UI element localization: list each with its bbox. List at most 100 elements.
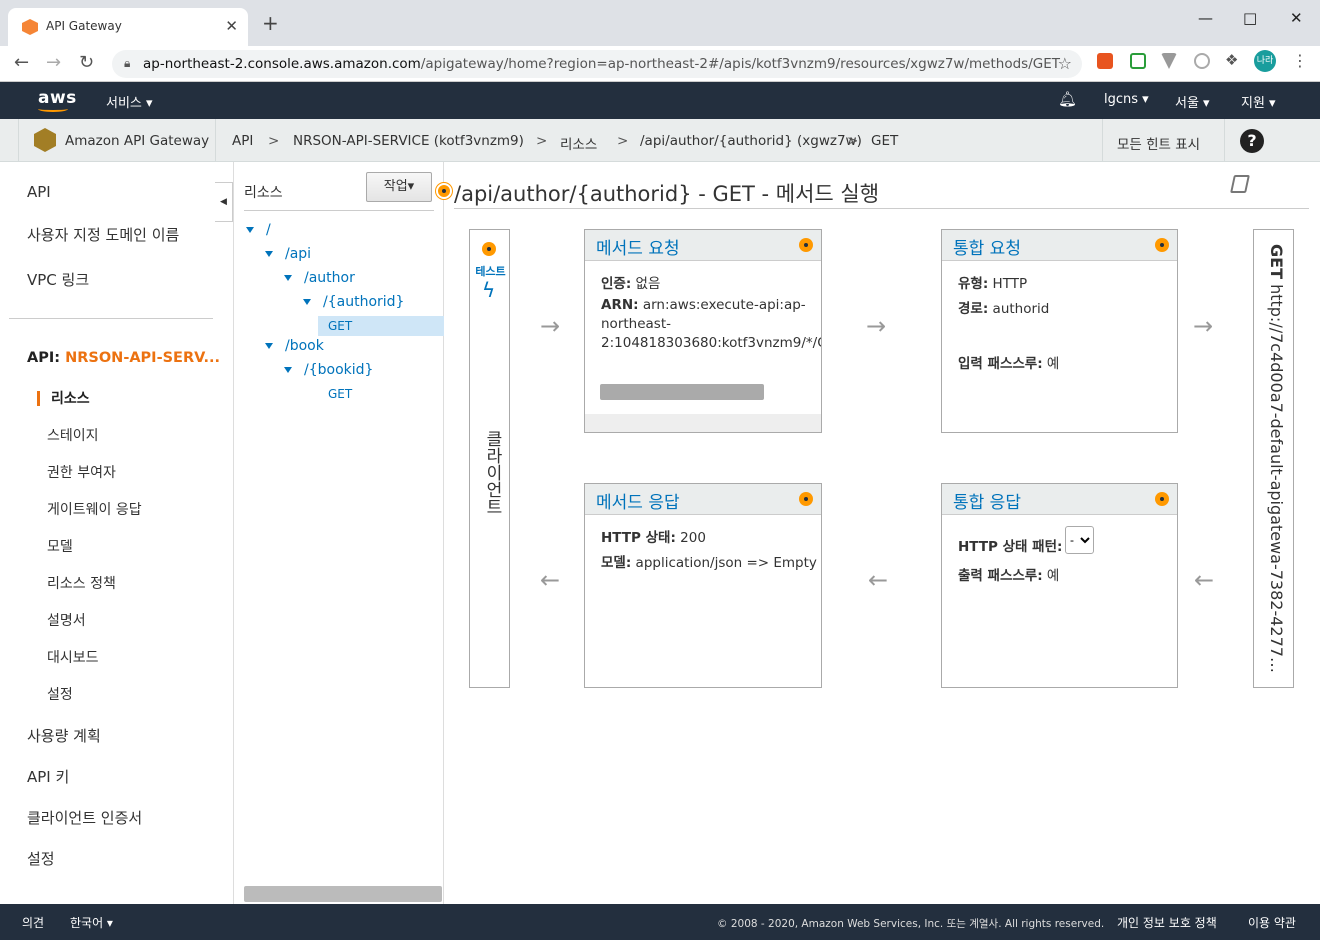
extension-icon[interactable]	[1130, 53, 1146, 69]
breadcrumb-separator: >	[847, 133, 859, 149]
aws-logo[interactable]: aws	[38, 88, 77, 108]
auth-field: 인증: 없음	[601, 276, 661, 292]
aws-favicon-icon	[22, 19, 38, 35]
extension-icon[interactable]	[1161, 53, 1177, 69]
method-response-link[interactable]: 메서드 응답	[596, 488, 680, 513]
http-status-pattern-select[interactable]: -	[1065, 526, 1094, 554]
tree-node-api[interactable]: /api	[265, 246, 311, 262]
nav-dashboard[interactable]: 대시보드	[47, 647, 99, 667]
resources-header: 리소스	[244, 185, 283, 201]
nav-gateway-responses[interactable]: 게이트웨이 응답	[47, 499, 142, 519]
back-icon[interactable]: ←	[14, 52, 29, 73]
reload-icon[interactable]: ↻	[79, 52, 94, 73]
region-menu[interactable]: 서울 ▾	[1175, 92, 1210, 111]
address-bar[interactable]: 🔒︎ ap-northeast-2.console.aws.amazon.com…	[112, 50, 1082, 78]
arrow-right-icon: →	[866, 312, 887, 340]
hint-dot-icon[interactable]	[482, 242, 496, 256]
services-menu[interactable]: 서비스 ▾	[106, 92, 153, 111]
input-passthrough-field: 입력 패스스루: 예	[958, 356, 1060, 372]
browser-menu-icon[interactable]: ⋮	[1292, 51, 1308, 70]
nav-apis[interactable]: API	[27, 183, 51, 201]
arrow-right-icon: →	[540, 312, 561, 340]
nav-api-keys[interactable]: API 키	[27, 766, 69, 787]
maximize-icon[interactable]: □	[1243, 9, 1257, 27]
nav-stages[interactable]: 스테이지	[47, 425, 99, 445]
collapse-sidebar-button[interactable]: ◀	[215, 182, 233, 222]
breadcrumb-resources[interactable]: 리소스	[560, 133, 597, 153]
tree-node-book[interactable]: /book	[265, 338, 324, 354]
endpoint-url: GET http://7c4d00a7-default-apigatewa-73…	[1267, 244, 1286, 674]
extension-icon[interactable]	[1097, 53, 1113, 69]
breadcrumb-separator: >	[268, 133, 280, 149]
arrow-right-icon: →	[1193, 312, 1214, 340]
tree-node-author[interactable]: /author	[284, 270, 355, 286]
hint-dot-icon[interactable]	[1155, 492, 1169, 506]
documentation-book-icon[interactable]	[1230, 175, 1250, 193]
nav-vpc-links[interactable]: VPC 링크	[27, 269, 89, 290]
tree-node-root[interactable]: /	[246, 222, 271, 238]
http-status-pattern-label: HTTP 상태 패턴:	[958, 539, 1063, 555]
tree-node-bookid[interactable]: /{bookid}	[284, 362, 373, 378]
bookmark-star-icon[interactable]: ☆	[1058, 54, 1072, 73]
tree-method-get-selected[interactable]: GET	[318, 316, 444, 336]
browser-tab[interactable]: API Gateway ✕	[8, 8, 248, 46]
hint-dot-icon[interactable]	[799, 238, 813, 252]
method-request-box: 메서드 요청 인증: 없음 ARN: arn:aws:execute-api:a…	[584, 229, 822, 433]
tree-node-authorid[interactable]: /{authorid}	[303, 294, 404, 310]
hint-dot-icon[interactable]	[436, 183, 452, 199]
arrow-left-icon: ←	[1194, 566, 1215, 594]
nav-custom-domains[interactable]: 사용자 지정 도메인 이름	[27, 224, 179, 245]
integration-response-link[interactable]: 통합 응답	[953, 488, 1021, 513]
horizontal-scrollbar[interactable]	[600, 384, 764, 400]
nav-resource-policy[interactable]: 리소스 정책	[47, 573, 116, 593]
tree-method-get[interactable]: GET	[328, 387, 352, 401]
integration-response-box: 통합 응답 HTTP 상태 패턴: - 출력 패스스루: 예	[941, 483, 1178, 688]
terms-link[interactable]: 이용 약관	[1248, 914, 1296, 931]
tab-close-icon[interactable]: ✕	[225, 17, 238, 35]
left-sidebar: API 사용자 지정 도메인 이름 VPC 링크 API: NRSON-API-…	[0, 162, 220, 904]
bell-icon[interactable]: 🔔︎	[1058, 90, 1077, 108]
lightning-bolt-icon[interactable]: ϟ	[482, 278, 495, 302]
type-field: 유형: HTTP	[958, 276, 1028, 292]
endpoint-box: GET http://7c4d00a7-default-apigatewa-73…	[1253, 229, 1294, 688]
puzzle-icon[interactable]: ❖	[1225, 51, 1241, 69]
horizontal-scrollbar[interactable]	[244, 886, 442, 902]
show-hints-button[interactable]: 모든 힌트 표시	[1117, 133, 1200, 153]
help-icon[interactable]: ?	[1240, 129, 1264, 153]
breadcrumb-resource-path[interactable]: /api/author/{authorid} (xgwz7w)	[640, 133, 862, 149]
test-link[interactable]: 테스트	[472, 263, 509, 279]
nav-settings-global[interactable]: 설정	[27, 848, 55, 869]
privacy-link[interactable]: 개인 정보 보호 정책	[1117, 914, 1217, 931]
integration-request-link[interactable]: 통합 요청	[953, 234, 1021, 259]
nav-resources[interactable]: 리소스	[51, 388, 90, 408]
nav-authorizers[interactable]: 권한 부여자	[47, 462, 116, 482]
extension-icon[interactable]	[1194, 53, 1210, 69]
nav-documentation[interactable]: 설명서	[47, 610, 86, 630]
model-field: 모델: application/json => Empty	[601, 555, 817, 571]
service-name[interactable]: Amazon API Gateway	[65, 133, 209, 149]
nav-usage-plans[interactable]: 사용량 계획	[27, 725, 101, 746]
breadcrumb-api-name[interactable]: NRSON-API-SERVICE (kotf3vnzm9)	[293, 133, 524, 149]
feedback-link[interactable]: 의견	[22, 914, 44, 931]
minimize-icon[interactable]: —	[1198, 9, 1213, 27]
nav-models[interactable]: 모델	[47, 536, 73, 556]
hint-dot-icon[interactable]	[1155, 238, 1169, 252]
breadcrumb-separator: >	[617, 133, 629, 149]
support-menu[interactable]: 지원 ▾	[1241, 92, 1276, 111]
hint-dot-icon[interactable]	[799, 492, 813, 506]
integration-request-box: 통합 요청 유형: HTTP 경로: authorid 입력 패스스루: 예	[941, 229, 1178, 433]
breadcrumb-api[interactable]: API	[232, 133, 253, 149]
forward-icon[interactable]: →	[46, 52, 61, 73]
current-api-label[interactable]: API: NRSON-API-SERV...	[27, 350, 220, 366]
nav-settings[interactable]: 설정	[47, 684, 73, 704]
profile-avatar[interactable]: 나라	[1254, 50, 1276, 72]
actions-button[interactable]: 작업▾	[366, 172, 432, 202]
window-close-icon[interactable]: ✕	[1290, 9, 1303, 27]
page-title: /api/author/{authorid} - GET - 메서드 실행	[454, 182, 880, 206]
language-select[interactable]: 한국어 ▾	[70, 914, 113, 931]
new-tab-button[interactable]: +	[262, 13, 279, 33]
method-request-link[interactable]: 메서드 요청	[596, 234, 680, 259]
account-menu[interactable]: lgcns ▾	[1104, 92, 1149, 107]
api-gateway-icon	[34, 128, 56, 152]
nav-client-certificates[interactable]: 클라이언트 인증서	[27, 807, 142, 828]
